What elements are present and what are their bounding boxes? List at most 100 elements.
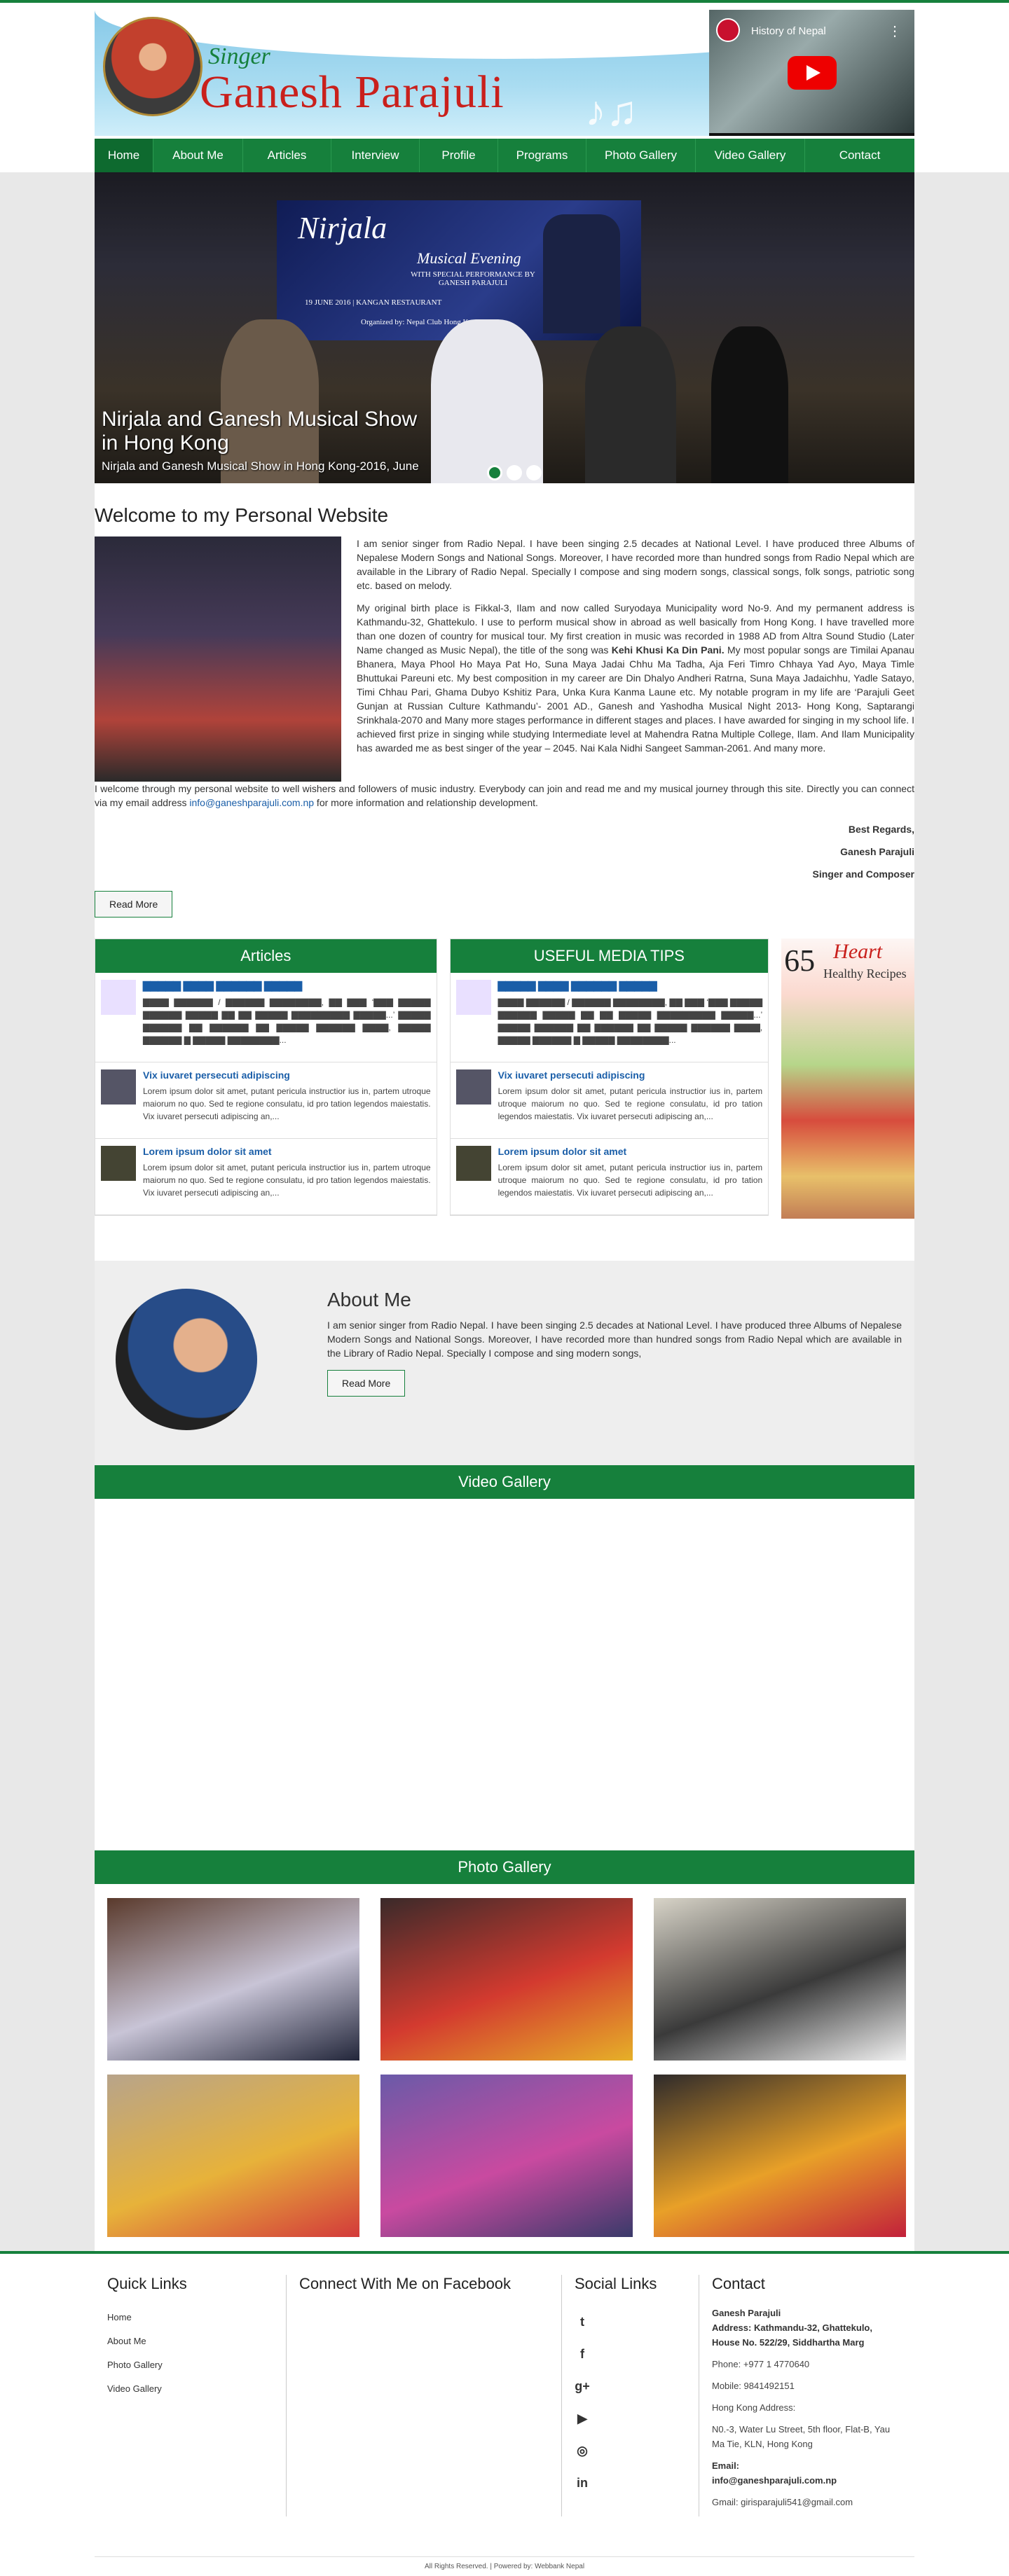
articles-heading: Articles (95, 939, 437, 973)
gallery-photo[interactable] (380, 1898, 633, 2061)
hero-slider[interactable]: Nirjala Musical Evening WITH SPECIAL PER… (95, 172, 914, 483)
list-item[interactable]: Vix iuvaret persecuti adipiscing Lorem ip… (450, 1062, 769, 1139)
music-notes-icon: ♪♫ (585, 88, 638, 134)
contact-mobile: Mobile: 9841492151 (712, 2381, 795, 2391)
footer-link-about[interactable]: About Me (107, 2329, 273, 2353)
banner-date: 19 JUNE 2016 | KANGAN RESTAURANT (305, 298, 442, 307)
gallery-photo[interactable] (654, 2075, 906, 2237)
contact-hk-address: N0.-3, Water Lu Street, 5th floor, Flat-… (712, 2424, 891, 2449)
welcome-section: Welcome to my Personal Website I am seni… (95, 483, 914, 1233)
article-title[interactable]: Lorem ipsum dolor sit amet (143, 1146, 431, 1157)
article-excerpt: Lorem ipsum dolor sit amet, putant peric… (143, 1163, 431, 1198)
gallery-photo[interactable] (654, 1898, 906, 2061)
welcome-text: for more information and relationship de… (314, 797, 538, 808)
poster-subtitle: Healthy Recipes (823, 967, 907, 981)
footer-link-photo-gallery[interactable]: Photo Gallery (107, 2353, 273, 2377)
list-item[interactable]: Lorem ipsum dolor sit amet Lorem ipsum do… (95, 1139, 437, 1215)
instagram-icon[interactable]: ◎ (575, 2435, 590, 2467)
about-read-more-button[interactable]: Read More (327, 1370, 406, 1397)
content-modules: Articles ▇▇▇▇▇ ▇▇▇▇ ▇▇▇▇▇▇ ▇▇▇▇▇ ▇▇▇▇ ▇▇▇… (95, 939, 914, 1219)
nav-photo-gallery[interactable]: Photo Gallery (586, 139, 696, 172)
stage-performance-photo (95, 536, 341, 782)
media-tips-heading: USEFUL MEDIA TIPS (450, 939, 769, 973)
about-photo (116, 1289, 257, 1430)
tip-title[interactable]: Vix iuvaret persecuti adipiscing (498, 1069, 763, 1081)
slider-dot[interactable] (487, 465, 502, 480)
photo-gallery-heading: Photo Gallery (95, 1850, 914, 1884)
banner-subtitle: Musical Evening (417, 249, 521, 267)
facebook-heading: Connect With Me on Facebook (299, 2275, 512, 2292)
linkedin-icon[interactable]: in (575, 2467, 590, 2499)
footer-link-home[interactable]: Home (107, 2306, 273, 2329)
nav-interview[interactable]: Interview (331, 139, 420, 172)
slider-dot[interactable] (526, 465, 542, 480)
social-links: Social Links t f g+ ▶ ◎ in (562, 2275, 699, 2516)
nav-contact[interactable]: Contact (805, 139, 914, 172)
tip-excerpt: Lorem ipsum dolor sit amet, putant peric… (497, 1163, 763, 1198)
main-nav: Home About Me Articles Interview Profile… (95, 139, 914, 172)
article-excerpt: ▇▇▇▇ ▇▇▇▇▇▇ / ▇▇▇▇▇▇ ▇▇▇▇▇▇▇▇, ▇▇ ▇▇▇ ‘▇… (143, 997, 431, 1045)
brand-name[interactable]: Ganesh Parajuli (200, 66, 504, 119)
photo-gallery (95, 1884, 914, 2251)
facebook-widget: Connect With Me on Facebook (287, 2275, 562, 2516)
article-thumbnail (455, 1146, 491, 1181)
gallery-photo[interactable] (107, 2075, 359, 2237)
article-thumbnail (101, 980, 136, 1015)
video-gallery-heading: Video Gallery (95, 1465, 914, 1499)
article-thumbnail (455, 980, 491, 1015)
article-excerpt: Lorem ipsum dolor sit amet, putant peric… (143, 1086, 431, 1121)
nav-video-gallery[interactable]: Video Gallery (696, 139, 805, 172)
contact-gmail[interactable]: Gmail: girisparajuli541@gmail.com (712, 2495, 902, 2509)
list-item[interactable]: Lorem ipsum dolor sit amet Lorem ipsum do… (450, 1139, 769, 1215)
twitter-icon[interactable]: t (575, 2306, 590, 2338)
more-options-icon[interactable]: ⋮ (888, 22, 902, 40)
tip-title[interactable]: ▇▇▇▇▇ ▇▇▇▇ ▇▇▇▇▇▇ ▇▇▇▇▇ (498, 980, 763, 992)
read-more-button[interactable]: Read More (95, 891, 173, 917)
video-gallery-area[interactable] (95, 1499, 914, 1850)
contact-name: Ganesh Parajuli (712, 2308, 781, 2318)
list-item[interactable]: Vix iuvaret persecuti adipiscing Lorem ip… (95, 1062, 437, 1139)
contact-hk-label: Hong Kong Address: (712, 2402, 796, 2413)
nav-articles[interactable]: Articles (243, 139, 331, 172)
contact-phone: Phone: +977 1 4770640 (712, 2359, 810, 2369)
social-heading: Social Links (575, 2275, 657, 2292)
article-thumbnail (101, 1146, 136, 1181)
quick-links-heading: Quick Links (107, 2275, 187, 2292)
google-plus-icon[interactable]: g+ (575, 2370, 590, 2402)
nav-profile[interactable]: Profile (420, 139, 498, 172)
banner-title: Nirjala (298, 211, 387, 245)
youtube-icon[interactable]: ▶ (575, 2402, 590, 2435)
contact-heading: Contact (712, 2275, 765, 2292)
recipes-ad-poster[interactable]: 65 Heart Healthy Recipes (781, 939, 914, 1219)
contact-info: Contact Ganesh Parajuli Address: Kathmand… (699, 2275, 914, 2516)
about-heading: About Me (327, 1289, 411, 1310)
email-link[interactable]: info@ganeshparajuli.com.np (189, 797, 314, 808)
articles-module: Articles ▇▇▇▇▇ ▇▇▇▇ ▇▇▇▇▇▇ ▇▇▇▇▇ ▇▇▇▇ ▇▇▇… (95, 939, 437, 1216)
signature: Best Regards, Ganesh Parajuli Singer and… (95, 818, 914, 885)
footer-link-video-gallery[interactable]: Video Gallery (107, 2377, 273, 2401)
tip-title[interactable]: Lorem ipsum dolor sit amet (498, 1146, 763, 1157)
media-tips-module: USEFUL MEDIA TIPS ▇▇▇▇▇ ▇▇▇▇ ▇▇▇▇▇▇ ▇▇▇▇… (449, 939, 769, 1216)
facebook-icon[interactable]: f (575, 2338, 590, 2370)
nav-programs[interactable]: Programs (498, 139, 586, 172)
gallery-photo[interactable] (107, 1898, 359, 2061)
contact-email[interactable]: info@ganeshparajuli.com.np (712, 2475, 837, 2486)
video-title[interactable]: History of Nepal (751, 25, 826, 37)
article-title[interactable]: ▇▇▇▇▇ ▇▇▇▇ ▇▇▇▇▇▇ ▇▇▇▇▇ (143, 980, 431, 992)
nav-home[interactable]: Home (95, 139, 153, 172)
nav-about-me[interactable]: About Me (153, 139, 243, 172)
embedded-video[interactable]: History of Nepal ⋮ (709, 10, 914, 136)
performer-image (585, 326, 676, 483)
slide-subtitle: Nirjala and Ganesh Musical Show in Hong … (102, 459, 419, 473)
list-item[interactable]: ▇▇▇▇▇ ▇▇▇▇ ▇▇▇▇▇▇ ▇▇▇▇▇ ▇▇▇▇ ▇▇▇▇▇▇ / ▇▇▇… (95, 973, 437, 1062)
list-item[interactable]: ▇▇▇▇▇ ▇▇▇▇ ▇▇▇▇▇▇ ▇▇▇▇▇ ▇▇▇▇ ▇▇▇▇▇▇ / ▇▇▇… (450, 973, 769, 1062)
play-icon[interactable] (788, 56, 837, 90)
gallery-photo[interactable] (380, 2075, 633, 2237)
header-banner: Singer Ganesh Parajuli ♪♫ History of Nep… (95, 10, 914, 136)
welcome-heading: Welcome to my Personal Website (95, 504, 389, 526)
slide-title: Nirjala and Ganesh Musical Show in Hong … (102, 408, 418, 455)
poster-heart-word: Heart (833, 940, 883, 963)
slider-dot[interactable] (507, 465, 522, 480)
article-title[interactable]: Vix iuvaret persecuti adipiscing (143, 1069, 431, 1081)
signature-line: Best Regards, (848, 824, 914, 835)
